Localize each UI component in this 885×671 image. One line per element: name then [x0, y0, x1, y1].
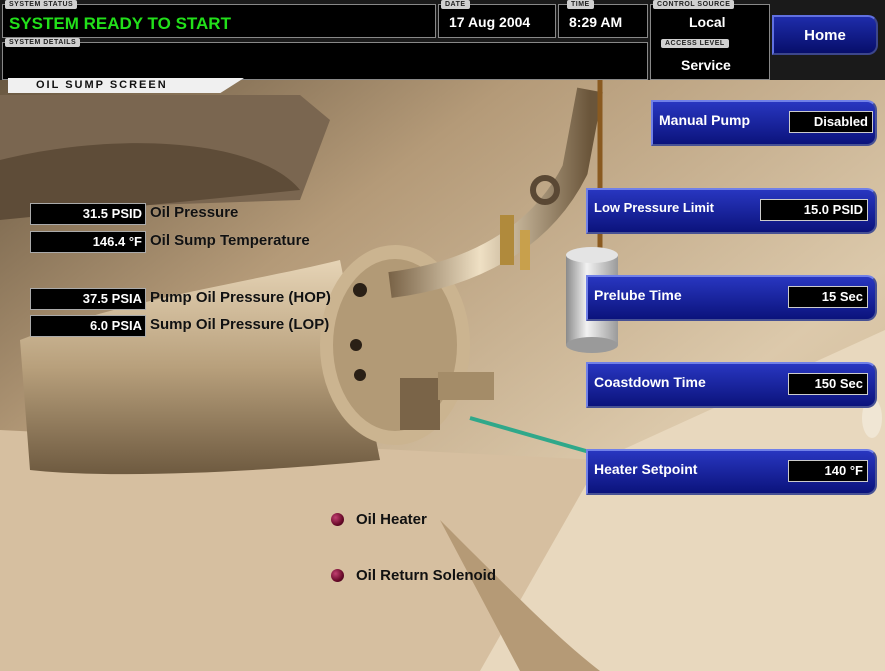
home-button[interactable]: Home	[772, 15, 878, 55]
low-pressure-limit-setpoint[interactable]: Low Pressure Limit 15.0 PSID	[586, 188, 877, 234]
oil-return-solenoid-label: Oil Return Solenoid	[356, 567, 497, 584]
system-details-box: SYSTEM DETAILS	[2, 38, 648, 80]
time-value: 8:29 AM	[569, 14, 623, 30]
coastdown-time-label: Coastdown Time	[594, 374, 706, 390]
oil-return-solenoid-indicator	[331, 569, 344, 582]
oil-sump-screen: SYSTEM STATUS SYSTEM READY TO START SYST…	[0, 0, 885, 671]
oil-heater-label: Oil Heater	[356, 511, 427, 528]
oil-sump-temperature-readout: 146.4 °F	[30, 231, 146, 253]
control-source-value: Local	[689, 14, 726, 30]
system-status-value: SYSTEM READY TO START	[9, 14, 231, 33]
low-pressure-limit-label: Low Pressure Limit	[594, 200, 714, 215]
date-box: DATE 17 Aug 2004	[438, 0, 556, 38]
manual-pump-value[interactable]: Disabled	[789, 111, 873, 133]
access-level-tag: ACCESS LEVEL	[661, 39, 729, 48]
oil-pressure-label: Oil Pressure	[150, 204, 239, 221]
coastdown-time-setpoint[interactable]: Coastdown Time 150 Sec	[586, 362, 877, 408]
oil-pressure-readout: 31.5 PSID	[30, 203, 146, 225]
heater-setpoint-label: Heater Setpoint	[594, 461, 698, 477]
time-tag: TIME	[567, 0, 594, 9]
manual-pump-setpoint[interactable]: Manual Pump Disabled	[651, 100, 877, 146]
system-details-tag: SYSTEM DETAILS	[5, 38, 81, 47]
system-status-tag: SYSTEM STATUS	[5, 0, 78, 9]
date-value: 17 Aug 2004	[449, 14, 531, 30]
prelube-time-value[interactable]: 15 Sec	[788, 286, 868, 308]
heater-setpoint[interactable]: Heater Setpoint 140 °F	[586, 449, 877, 495]
pump-oil-pressure-readout: 37.5 PSIA	[30, 288, 146, 310]
manual-pump-label: Manual Pump	[659, 112, 751, 128]
prelube-time-setpoint[interactable]: Prelube Time 15 Sec	[586, 275, 877, 321]
sump-oil-pressure-readout: 6.0 PSIA	[30, 315, 146, 337]
system-status-box: SYSTEM STATUS SYSTEM READY TO START	[2, 0, 436, 38]
low-pressure-limit-value[interactable]: 15.0 PSID	[760, 199, 868, 221]
header-bar: SYSTEM STATUS SYSTEM READY TO START SYST…	[0, 0, 885, 80]
heater-setpoint-value[interactable]: 140 °F	[788, 460, 868, 482]
screen-title: OIL SUMP SCREEN	[36, 79, 168, 91]
time-box: TIME 8:29 AM	[558, 0, 648, 38]
control-source-tag: CONTROL SOURCE	[653, 0, 735, 9]
pump-oil-pressure-label: Pump Oil Pressure (HOP)	[150, 289, 331, 306]
sump-oil-pressure-label: Sump Oil Pressure (LOP)	[150, 316, 330, 333]
date-tag: DATE	[441, 0, 470, 9]
prelube-time-label: Prelube Time	[594, 287, 682, 303]
oil-heater-indicator	[331, 513, 344, 526]
screen-title-tab: OIL SUMP SCREEN	[8, 78, 244, 93]
control-source-box: CONTROL SOURCE Local ACCESS LEVEL Servic…	[650, 0, 770, 80]
access-level-value: Service	[681, 57, 731, 73]
coastdown-time-value[interactable]: 150 Sec	[788, 373, 868, 395]
oil-sump-temperature-label: Oil Sump Temperature	[150, 232, 310, 249]
